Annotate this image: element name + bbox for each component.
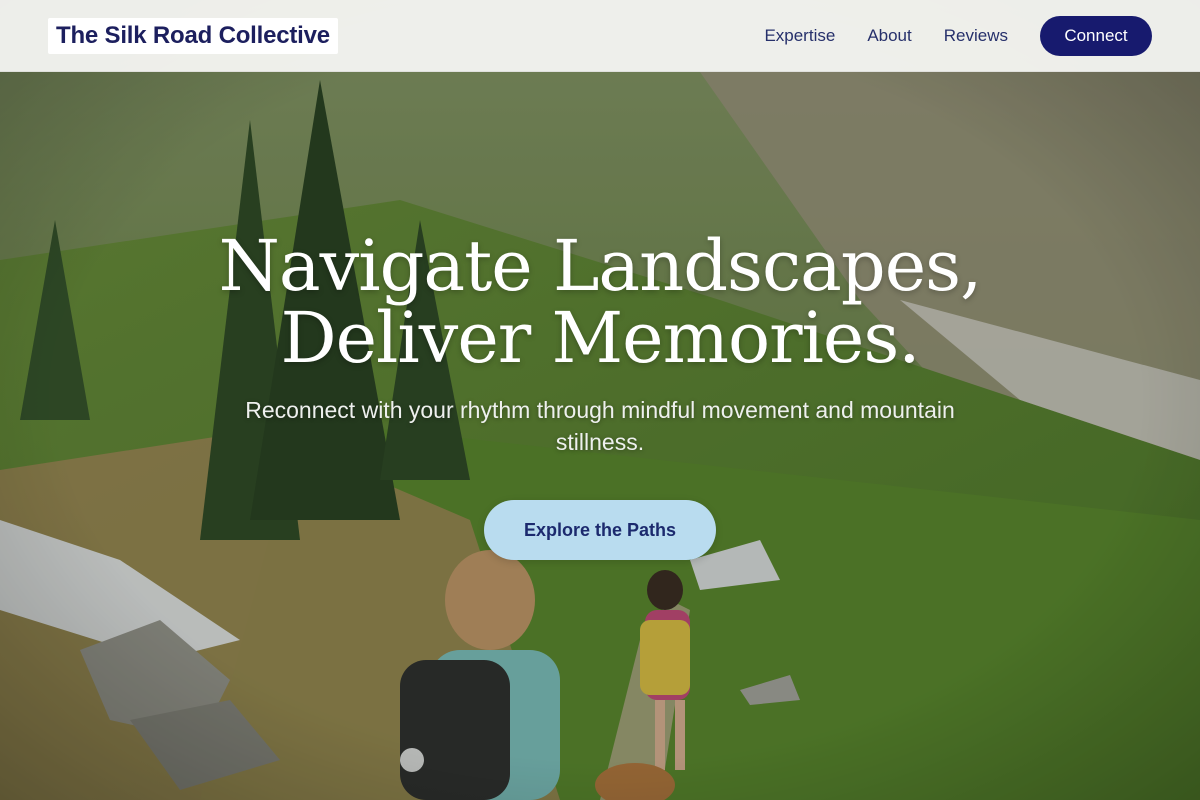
nav-link-expertise[interactable]: Expertise bbox=[764, 26, 835, 46]
hero-content: Navigate Landscapes, Deliver Memories. R… bbox=[0, 230, 1200, 560]
hero-subtitle: Reconnect with your rhythm through mindf… bbox=[245, 397, 955, 455]
nav-link-reviews[interactable]: Reviews bbox=[944, 26, 1008, 46]
hero-headline: Navigate Landscapes, Deliver Memories. bbox=[219, 230, 983, 374]
hero-headline-line-2: Deliver Memories. bbox=[280, 297, 920, 379]
top-navbar: The Silk Road Collective Expertise About… bbox=[0, 0, 1200, 72]
nav-link-about[interactable]: About bbox=[867, 26, 911, 46]
hero-headline-line-1: Navigate Landscapes, bbox=[218, 225, 983, 307]
connect-button[interactable]: Connect bbox=[1040, 15, 1152, 56]
main-menu: Expertise About Reviews Connect bbox=[764, 15, 1152, 56]
explore-paths-button[interactable]: Explore the Paths bbox=[484, 500, 716, 560]
brand-logo[interactable]: The Silk Road Collective bbox=[48, 17, 338, 54]
